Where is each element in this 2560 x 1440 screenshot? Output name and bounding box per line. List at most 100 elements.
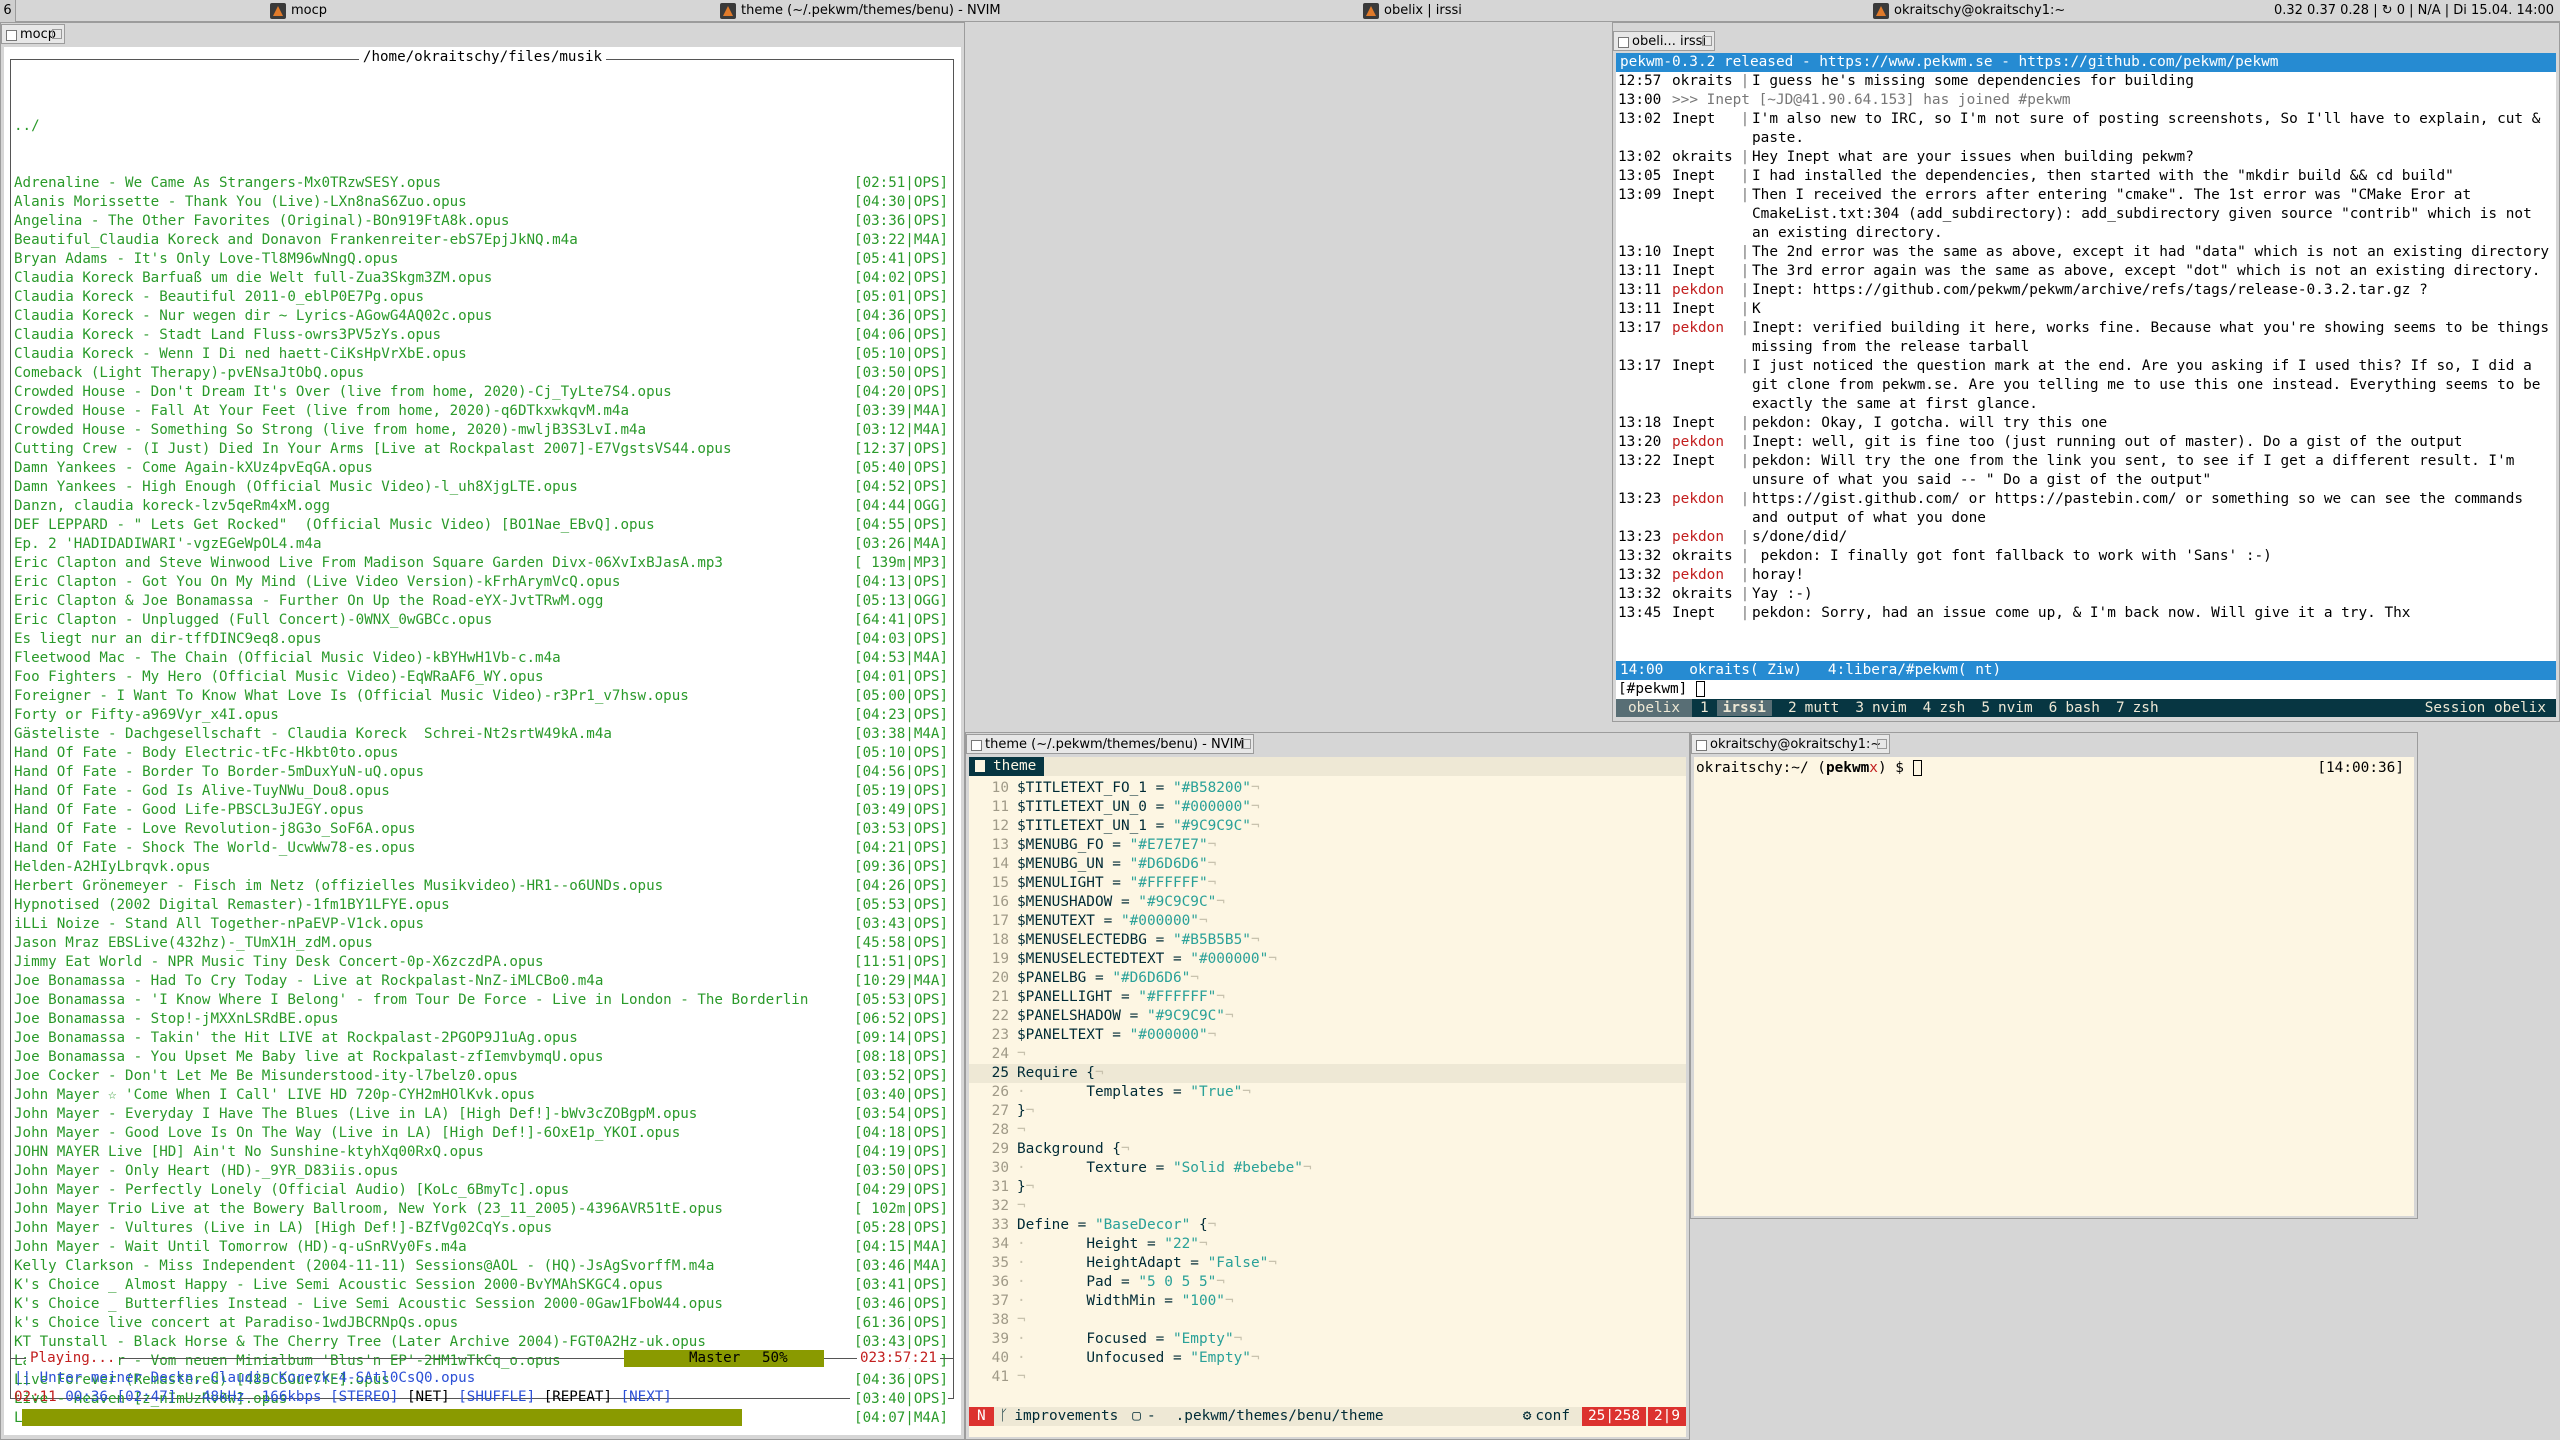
chat-input[interactable]: [#pekwm] [1618,680,1705,699]
file-row[interactable]: Alanis Morissette - Thank You (Live)-LXn… [14,193,952,212]
file-row[interactable]: Eric Clapton and Steve Winwood Live From… [14,554,952,573]
file-row[interactable]: Eric Clapton & Joe Bonamassa - Further O… [14,592,952,611]
nvim-window: theme (~/.pekwm/themes/benu) - NVIM them… [965,732,1690,1440]
file-row[interactable]: Crowded House - Something So Strong (liv… [14,421,952,440]
file-row[interactable]: John Mayer - Perfectly Lonely (Official … [14,1181,952,1200]
file-row[interactable]: Eric Clapton - Got You On My Mind (Live … [14,573,952,592]
file-row[interactable]: Claudia Koreck Barfuaß um die Welt full-… [14,269,952,288]
file-row[interactable]: John Mayer - Vultures (Live in LA) [High… [14,1219,952,1238]
modified-flag: - [1146,1408,1156,1424]
editor-buffer[interactable]: 10 $TITLETEXT_FO_1 = "#B58200"¬ 11 $TITLETE… [969,779,1686,1387]
file-row[interactable]: Bryan Adams - It's Only Love-Tl8M96wNngQ… [14,250,952,269]
tmux-window[interactable]: 6 bash [2041,699,2108,717]
file-row[interactable]: K's Choice _ Almost Happy - Live Semi Ac… [14,1276,952,1295]
window-tab-irssi[interactable]: obeli... irssi [1613,31,1716,51]
file-row[interactable]: Ep. 2 'HADIDADIWARI'-vgzEGeWpOL4.m4a [03:… [14,535,952,554]
file-row[interactable]: Joe Bonamassa - Had To Cry Today - Live … [14,972,952,991]
file-row[interactable]: Danzn, claudia koreck-lzv5qeRm4xM.ogg [04… [14,497,952,516]
file-row[interactable]: Hand Of Fate - Love Revolution-j8G3o_SoF… [14,820,952,839]
file-duration: [05:00|OPS] [850,687,948,706]
parent-dir[interactable]: ../ [14,117,952,136]
file-row[interactable]: Hand Of Fate - Good Life-PBSCL3uJEGY.opu… [14,801,952,820]
file-duration: [03:46|OPS] [850,1295,948,1314]
tmux-window[interactable]: 3 nvim [1847,699,1914,717]
file-row[interactable]: Jimmy Eat World - NPR Music Tiny Desk Co… [14,953,952,972]
file-row[interactable]: Damn Yankees - High Enough (Official Mus… [14,478,952,497]
file-row[interactable]: Hypnotised (2002 Digital Remaster)-1fm1B… [14,896,952,915]
taskbar-item-mocp[interactable]: mocp [270,0,327,22]
tmux-window[interactable]: 2 mutt [1780,699,1847,717]
timestamp: 13:32 [1618,586,1662,602]
chat-line: 13:32 okraits | Yay :-) [1618,585,2550,604]
tmux-window[interactable]: 4 zsh [1915,699,1974,717]
tmux-window[interactable]: 1 irssi [1692,699,1780,717]
progress-bar[interactable] [22,1409,742,1426]
file-row[interactable]: Fleetwood Mac - The Chain (Official Musi… [14,649,952,668]
file-row[interactable]: Claudia Koreck - Nur wegen dir ~ Lyrics-… [14,307,952,326]
file-row[interactable]: Joe Bonamassa - 'I Know Where I Belong' … [14,991,952,1010]
file-row[interactable]: K's Choice _ Butterflies Instead - Live … [14,1295,952,1314]
file-row[interactable]: Damn Yankees - Come Again-kXUz4pvEqGA.op… [14,459,952,478]
window-tab-nvim[interactable]: theme (~/.pekwm/themes/benu) - NVIM [966,734,1254,754]
file-duration: [04:36|OPS] [850,1371,948,1390]
taskbar-item-terminal[interactable]: okraitschy@okraitschy1:~ [1873,0,2065,22]
tmux-window[interactable]: 7 zsh [2108,699,2167,717]
workspace-indicator[interactable]: 6 [0,0,16,22]
file-row[interactable]: Joe Cocker - Don't Let Me Be Misundersto… [14,1067,952,1086]
file-row[interactable]: JOHN MAYER Live [HD] Ain't No Sunshine-k… [14,1143,952,1162]
file-row[interactable]: John Mayer - Good Love Is On The Way (Li… [14,1124,952,1143]
file-row[interactable]: Hand Of Fate - Shock The World-_UcwWw78-… [14,839,952,858]
taskbar-item-irssi[interactable]: obelix | irssi [1363,0,1462,22]
window-tab-terminal[interactable]: okraitschy@okraitschy1:~ [1691,734,1891,754]
tmux-session-name[interactable]: Session obelix [2415,699,2556,717]
file-row[interactable]: Claudia Koreck - Stadt Land Fluss-owrs3P… [14,326,952,345]
close-icon[interactable] [52,29,63,39]
file-row[interactable]: Hand Of Fate - God Is Alive-TuyNWu_Dou8.… [14,782,952,801]
file-row[interactable]: Joe Bonamassa - Takin' the Hit LIVE at R… [14,1029,952,1048]
file-row[interactable]: Kelly Clarkson - Miss Independent (2004-… [14,1257,952,1276]
file-row[interactable]: Beautiful_Claudia Koreck and Donavon Fra… [14,231,952,250]
file-row[interactable]: DEF LEPPARD - " Lets Get Rocked" (Offici… [14,516,952,535]
file-row[interactable]: Hand Of Fate - Border To Border-5mDuxYuN… [14,763,952,782]
window-tab-mocp[interactable]: mocp [1,24,66,44]
file-row[interactable]: iLLi Noize - Stand All Together-nPaEVP-V… [14,915,952,934]
file-row[interactable]: k's Choice live concert at Paradiso-1wdJ… [14,1314,952,1333]
tmux-session[interactable]: obelix [1616,699,1692,717]
taskbar-item-nvim[interactable]: theme (~/.pekwm/themes/benu) - NVIM [720,0,1001,22]
file-row[interactable]: John Mayer - Everyday I Have The Blues (… [14,1105,952,1124]
file-row[interactable]: Comeback (Light Therapy)-pvENsaJtObQ.opu… [14,364,952,383]
buffer-tab-theme[interactable]: theme [969,757,1045,776]
file-duration: [08:18|OPS] [850,1048,948,1067]
close-icon[interactable] [1702,36,1713,46]
file-row[interactable]: Claudia Koreck - Wenn I Di ned haett-CiK… [14,345,952,364]
close-icon[interactable] [1240,739,1251,749]
file-row[interactable]: Es liegt nur an dir-tffDINC9eq8.opus [04:… [14,630,952,649]
file-row[interactable]: Foo Fighters - My Hero (Official Music V… [14,668,952,687]
file-row[interactable]: John Mayer - Wait Until Tomorrow (HD)-q-… [14,1238,952,1257]
file-row[interactable]: Cutting Crew - (I Just) Died In Your Arm… [14,440,952,459]
mocp-terminal: /home/okraitschy/files/musik ../ Adrenal… [4,47,961,1435]
file-name: KT Tunstall - Black Horse & The Cherry T… [14,1334,706,1350]
file-row[interactable]: Claudia Koreck - Beautiful 2011-0_eblP0E… [14,288,952,307]
file-row[interactable]: Hand Of Fate - Body Electric-tFc-Hkbt0to… [14,744,952,763]
file-row[interactable]: Joe Bonamassa - You Upset Me Baby live a… [14,1048,952,1067]
file-row[interactable]: Helden-A2HIyLbrqvk.opus [09:36|OPS] [14,858,952,877]
file-row[interactable]: Angelina - The Other Favorites (Original… [14,212,952,231]
file-row[interactable]: Crowded House - Don't Dream It's Over (l… [14,383,952,402]
file-row[interactable]: Crowded House - Fall At Your Feet (live … [14,402,952,421]
file-row[interactable]: Joe Bonamassa - Stop!-jMXXnLSRdBE.opus [0… [14,1010,952,1029]
file-row[interactable]: John Mayer ☆ 'Come When I Call' LIVE HD … [14,1086,952,1105]
file-row[interactable]: John Mayer Trio Live at the Bowery Ballr… [14,1200,952,1219]
file-row[interactable]: Forty or Fifty-a969Vyr_x4I.opus [04:23|OP… [14,706,952,725]
file-row[interactable]: Eric Clapton - Unplugged (Full Concert)-… [14,611,952,630]
file-row[interactable]: John Mayer - Only Heart (HD)-_9YR_D83iis… [14,1162,952,1181]
file-row[interactable]: Herbert Grönemeyer - Fisch im Netz (offi… [14,877,952,896]
file-row[interactable]: Jason Mraz EBSLive(432hz)-_TUmX1H_zdM.op… [14,934,952,953]
close-icon[interactable] [1877,739,1888,749]
file-duration: [03:49|OPS] [850,801,948,820]
file-row[interactable]: Foreigner - I Want To Know What Love Is … [14,687,952,706]
shell-terminal[interactable]: okraitschy:~/ (pekwmx) $ [14:00:36] [1694,757,2414,1216]
tmux-window[interactable]: 5 nvim [1973,699,2040,717]
file-row[interactable]: Gästeliste - Dachgesellschaft - Claudia … [14,725,952,744]
file-row[interactable]: Adrenaline - We Came As Strangers-Mx0TRz… [14,174,952,193]
